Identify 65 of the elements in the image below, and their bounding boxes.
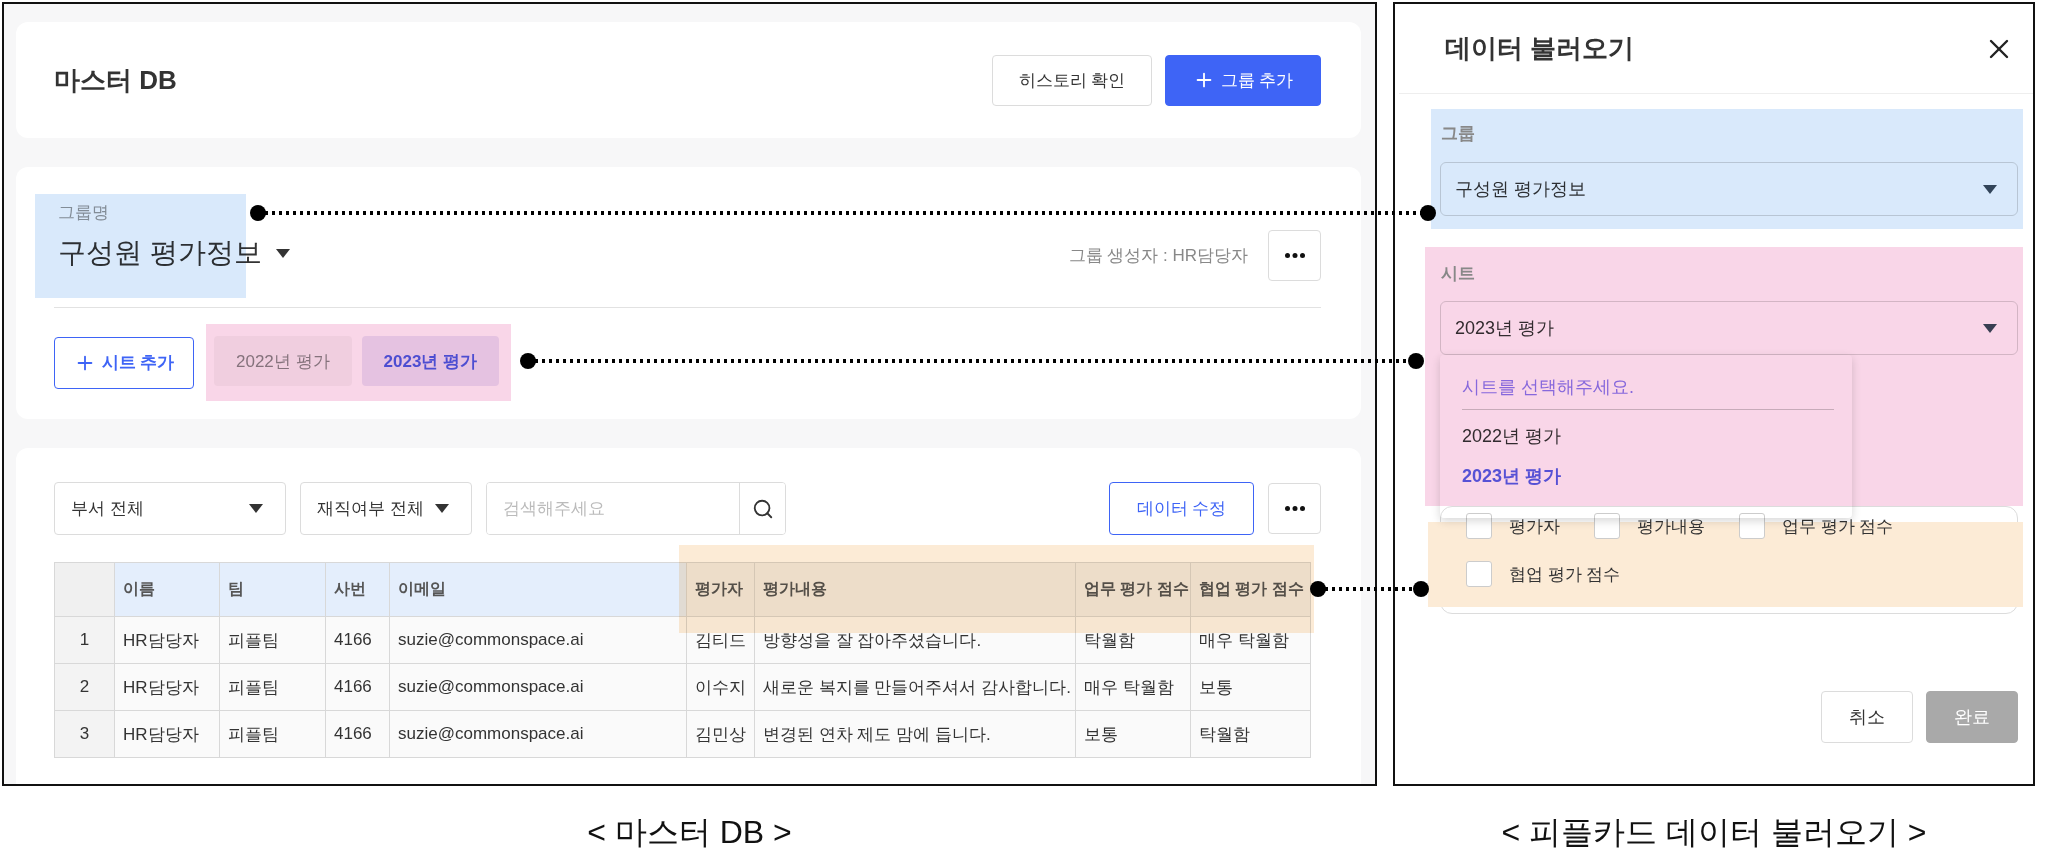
table-cell: HR담당자 (115, 617, 220, 664)
checkbox-label: 평가내용 (1637, 515, 1705, 538)
history-button[interactable]: 히스토리 확인 (992, 54, 1152, 106)
column-header: 이름 (115, 563, 220, 617)
table-cell: HR담당자 (115, 664, 220, 711)
checkbox-label: 업무 평가 점수 (1782, 515, 1894, 538)
filter-dropdown[interactable]: 재직여부 전체 (300, 482, 472, 535)
group-name: 구성원 평가정보 (58, 236, 262, 270)
sheet-tab[interactable]: 2023년 평가 (361, 336, 500, 386)
caret-icon (275, 248, 290, 258)
checkbox-label: 협업 평가 점수 (1509, 563, 1621, 586)
cancel-button[interactable]: 취소 (1821, 691, 1913, 743)
table-cell: 보통 (1191, 664, 1311, 711)
table-cell: 김민상 (687, 711, 755, 758)
dialog-title: 데이터 불러오기 (1445, 32, 1635, 65)
table-cell: suzie@commonspace.ai (390, 617, 687, 664)
table-cell: HR담당자 (115, 711, 220, 758)
group-name-label: 그룹명 (58, 203, 110, 223)
sheet-dropdown[interactable]: 2023년 평가 (1440, 301, 2018, 355)
add-sheet-button[interactable]: 시트 추가 (54, 336, 194, 389)
filter-dropdown[interactable]: 부서 전체 (54, 482, 286, 535)
table-cell: suzie@commonspace.ai (390, 711, 687, 758)
column-header: 사번 (326, 563, 390, 617)
table-cell: 4166 (326, 711, 390, 758)
group-dropdown[interactable]: 구성원 평가정보 (1440, 162, 2018, 216)
menu-item[interactable]: 2023년 평가 (1462, 464, 1834, 488)
caret-icon (435, 504, 449, 513)
table-cell: 이수지 (687, 664, 755, 711)
field-label: 그룹 (1440, 124, 1476, 144)
table-cell: 피플팀 (220, 664, 326, 711)
table-cell: 보통 (1076, 711, 1191, 758)
more-button[interactable] (1268, 230, 1321, 281)
table-cell: 4166 (326, 664, 390, 711)
checkbox-label: 평가자 (1509, 515, 1560, 538)
search-button[interactable] (739, 483, 785, 534)
figure-caption: < 마스터 DB > (587, 814, 792, 850)
table-cell: 새로운 복지를 만들어주셔서 감사합니다. (755, 664, 1076, 711)
figure-caption: < 피플카드 데이터 불러오기 > (1501, 814, 1927, 850)
page-title: 마스터 DB (54, 63, 177, 97)
row-number: 1 (55, 617, 115, 664)
table-cell: suzie@commonspace.ai (390, 664, 687, 711)
edit-data-button[interactable]: 데이터 수정 (1109, 482, 1254, 535)
checkbox[interactable] (1466, 561, 1492, 587)
caret-icon (1983, 184, 1997, 194)
caret-icon (249, 504, 263, 513)
more-button[interactable] (1268, 483, 1321, 534)
row-number: 2 (55, 664, 115, 711)
table-cell: 매우 탁월함 (1076, 664, 1191, 711)
row-number: 3 (55, 711, 115, 758)
menu-item[interactable]: 2022년 평가 (1462, 424, 1834, 448)
table-cell: 탁월함 (1191, 711, 1311, 758)
search-field[interactable]: 검색해주세요 (486, 482, 786, 535)
group-creator: 그룹 생성자 : HR담당자 (1068, 245, 1248, 267)
table-cell: 피플팀 (220, 617, 326, 664)
table-cell: 변경된 연차 제도 맘에 듭니다. (755, 711, 1076, 758)
caret-icon (1983, 323, 1997, 333)
table-cell: 4166 (326, 617, 390, 664)
field-label: 시트 (1440, 264, 1476, 284)
search-icon (751, 497, 774, 520)
table-cell: 피플팀 (220, 711, 326, 758)
column-header: 팀 (220, 563, 326, 617)
more-icon (1284, 253, 1305, 258)
more-icon (1284, 506, 1305, 511)
add-group-button[interactable]: 그룹 추가 (1165, 54, 1321, 106)
menu-prompt: 시트를 선택해주세요. (1462, 375, 1834, 410)
